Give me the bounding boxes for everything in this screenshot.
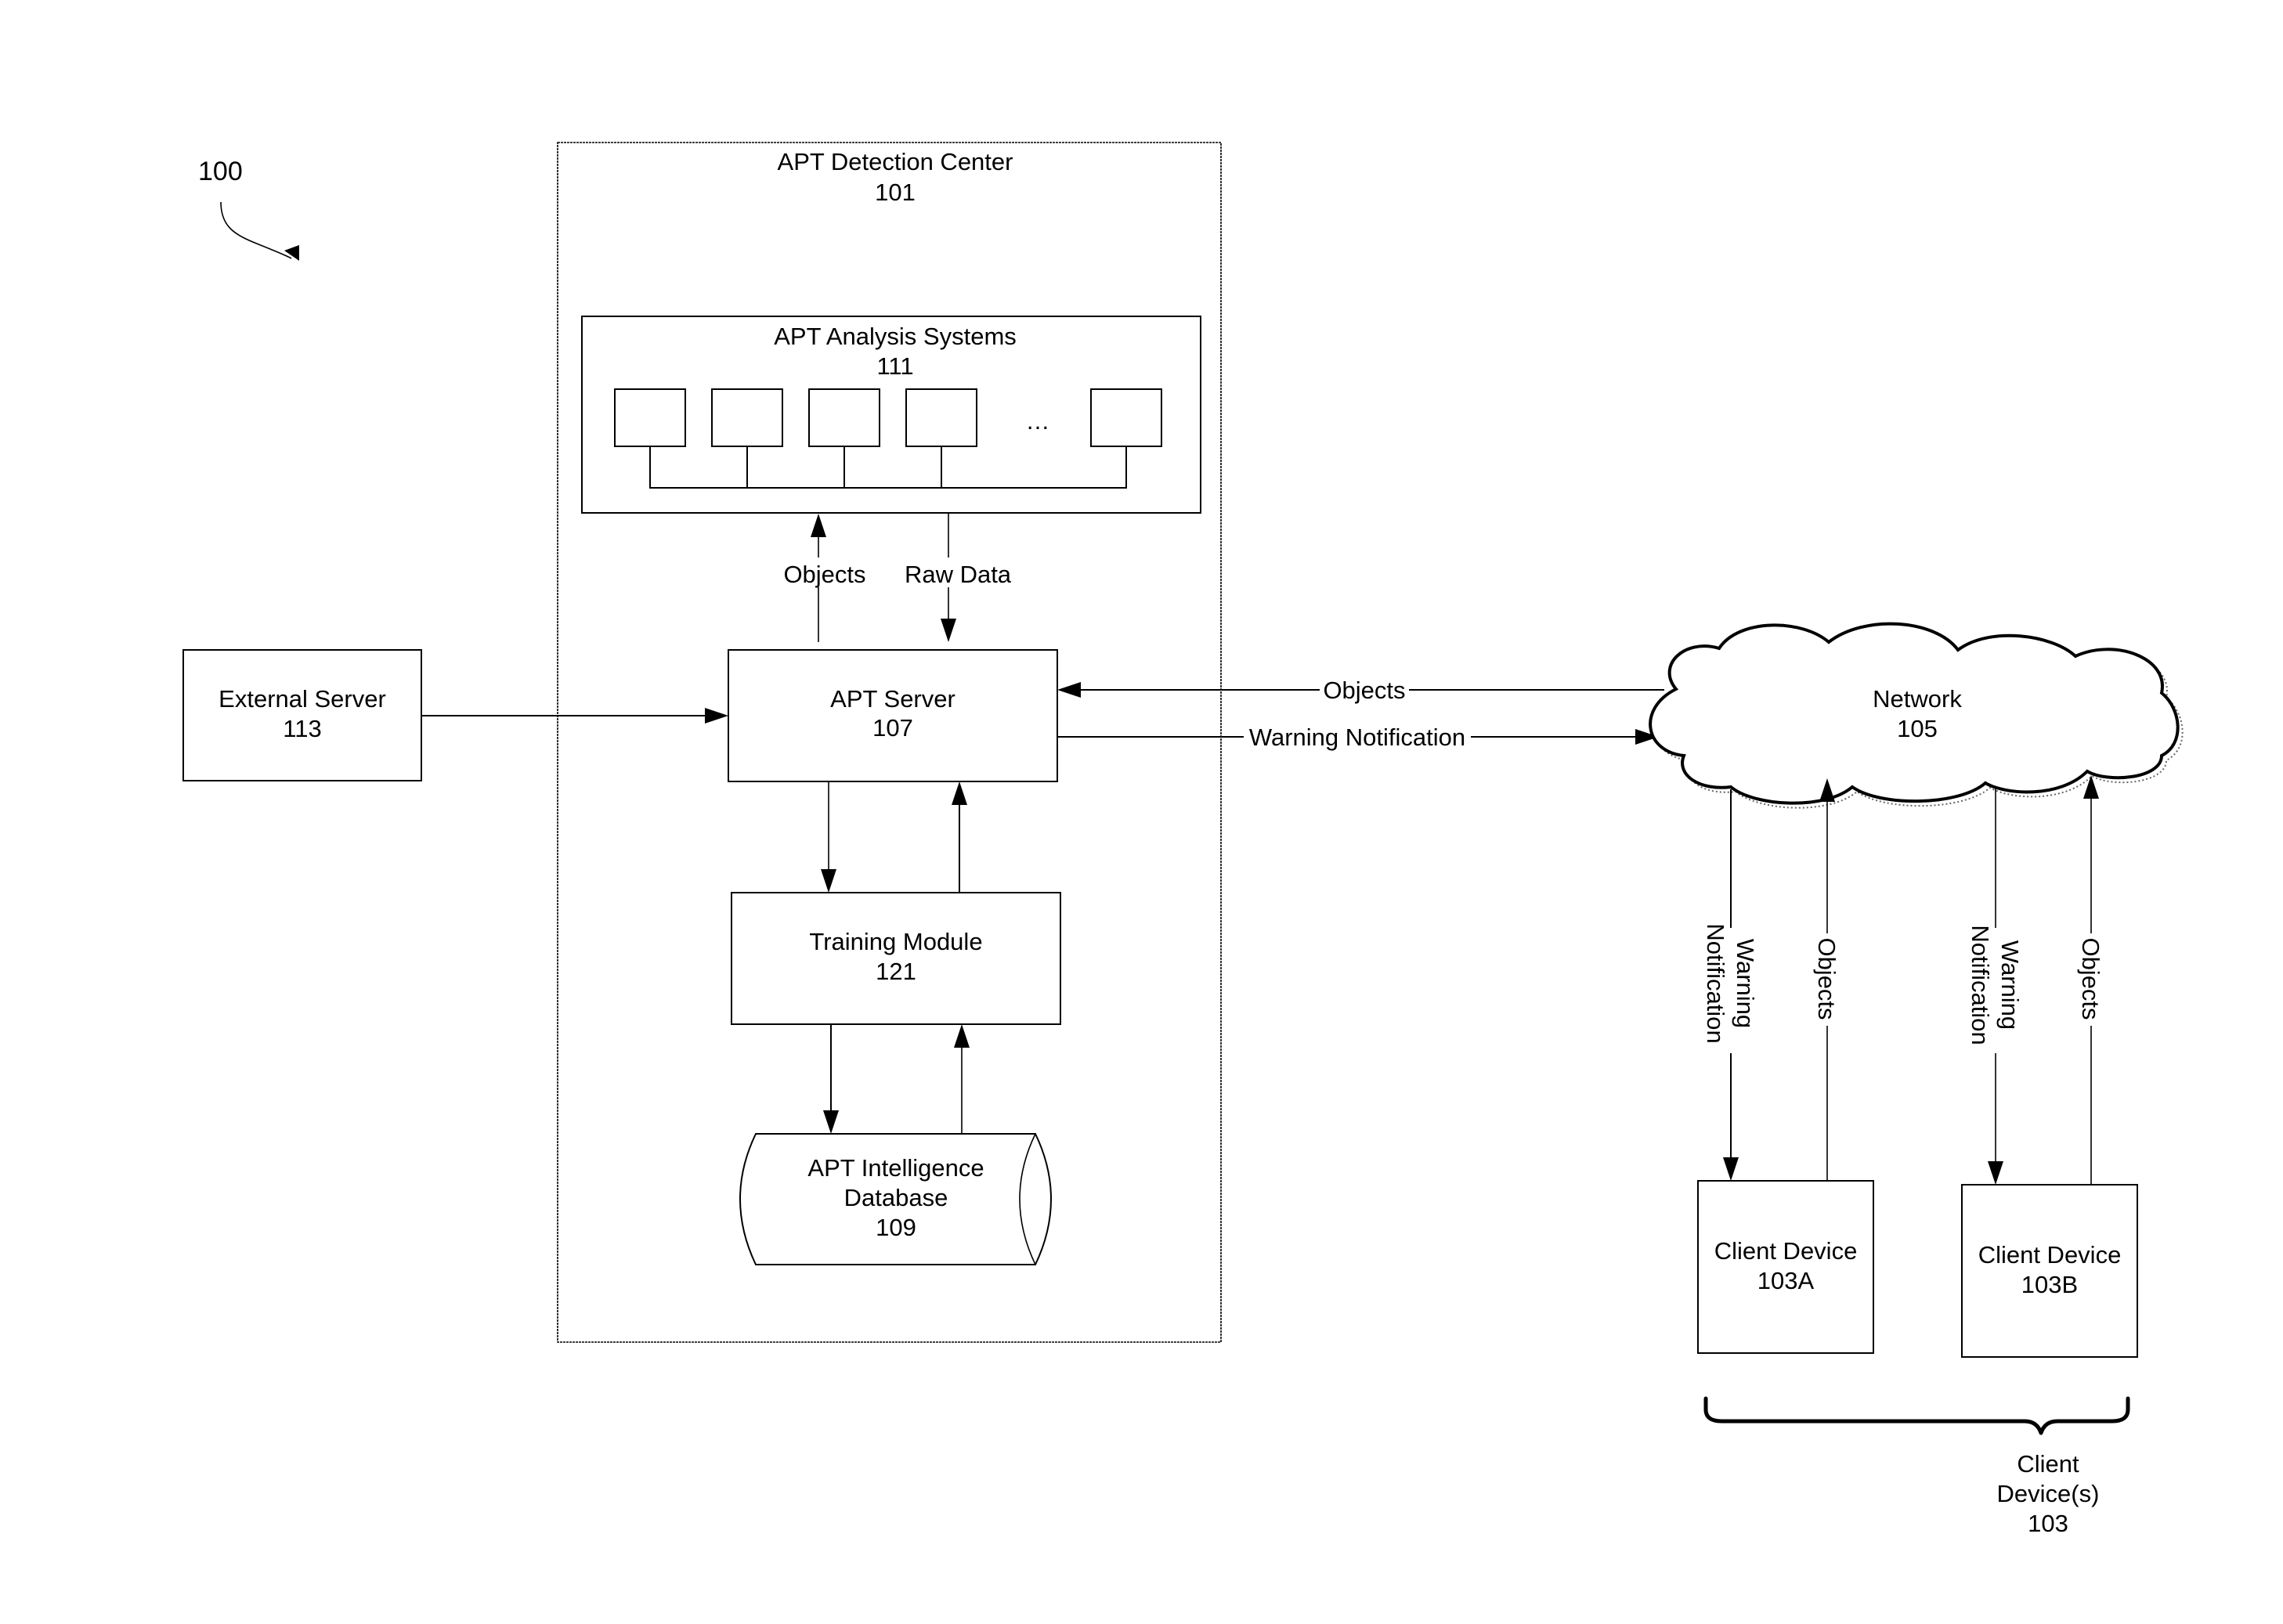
analysis-unit-3[interactable]	[808, 388, 880, 447]
analysis-units-ellipsis: …	[1026, 407, 1050, 435]
detection-center-title: APT Detection Center	[778, 148, 1013, 175]
analysis-systems-title: APT Analysis Systems	[774, 323, 1017, 350]
edge-training-to-server-arrowhead	[952, 781, 967, 805]
network-number: 105	[1897, 715, 1938, 742]
training-module[interactable]: Training Module 121	[731, 892, 1061, 1025]
client-group-line1: Client	[2017, 1450, 2079, 1478]
client-device-a[interactable]: Client Device 103A	[1697, 1180, 1874, 1354]
edge-raw-data-label: Raw Data	[905, 561, 1012, 588]
apt-server-number: 107	[872, 714, 913, 742]
figure-reference-arrowhead	[284, 245, 299, 261]
training-module-title: Training Module	[809, 928, 982, 955]
edge-network-to-client-a-arrowhead	[1723, 1157, 1739, 1181]
apt-server-title: APT Server	[830, 685, 955, 713]
edge-network-to-client-a-label-line2: Notification	[1702, 923, 1729, 1043]
edge-raw-data-arrowhead	[941, 619, 956, 642]
external-server-title: External Server	[219, 685, 386, 713]
training-module-number: 121	[876, 958, 916, 985]
apt-intelligence-database[interactable]: APT Intelligence Database 109	[739, 1133, 1052, 1265]
edge-client-b-to-network-label: Objects	[2077, 937, 2104, 1020]
analysis-unit-1[interactable]	[614, 388, 686, 447]
client-device-a-number: 103A	[1757, 1267, 1815, 1294]
figure-reference-leader	[220, 201, 292, 259]
edge-db-to-training-arrowhead	[954, 1024, 970, 1048]
client-device-b-number: 103B	[2021, 1271, 2078, 1298]
network-title: Network	[1873, 685, 1962, 713]
analysis-unit-4[interactable]	[905, 388, 977, 447]
analysis-systems-number: 111	[876, 352, 913, 380]
apt-server[interactable]: APT Server 107	[728, 649, 1058, 782]
edge-network-to-server-label: Objects	[1323, 677, 1405, 704]
client-device-a-title: Client Device	[1714, 1237, 1858, 1265]
client-device-b[interactable]: Client Device 103B	[1961, 1184, 2138, 1358]
edge-network-to-server-arrowhead	[1057, 682, 1081, 698]
network-cloud[interactable]	[1649, 622, 2180, 805]
edge-server-to-network-label: Warning Notification	[1249, 724, 1465, 751]
edge-objects-to-analysis-label: Objects	[783, 561, 865, 588]
apt-analysis-systems[interactable]: APT Analysis Systems 111 …	[581, 316, 1201, 514]
network[interactable]: Network 105	[1649, 622, 2184, 809]
system-diagram: 100 APT Detection Center 101 APT Analysi…	[0, 0, 2283, 1624]
figure-reference-label: 100	[198, 157, 243, 186]
external-server-number: 113	[283, 715, 321, 742]
edge-server-to-training-arrowhead	[821, 869, 836, 893]
client-device-b-title: Client Device	[1978, 1241, 2122, 1269]
database-number: 109	[876, 1214, 916, 1241]
edge-external-to-server-arrowhead	[705, 708, 728, 724]
external-server[interactable]: External Server 113	[182, 649, 422, 781]
analysis-unit-2[interactable]	[711, 388, 783, 447]
database-title-line2: Database	[844, 1184, 948, 1211]
client-devices-group-label: Client Device(s) 103	[1997, 1450, 2100, 1537]
client-group-line2: Device(s)	[1997, 1480, 2100, 1507]
edge-client-a-to-network-label: Objects	[1813, 937, 1840, 1020]
edge-network-to-client-b-label-line2: Notification	[1967, 925, 1994, 1045]
edge-network-to-client-b-arrowhead	[1988, 1161, 2003, 1185]
database-title-line1: APT Intelligence	[807, 1154, 984, 1182]
edge-network-to-client-b-label-line1: Warning	[1996, 940, 2024, 1030]
edge-objects-to-analysis-arrowhead	[811, 514, 826, 537]
edge-training-to-db-arrowhead	[823, 1110, 839, 1134]
detection-center-number: 101	[875, 179, 916, 206]
edge-network-to-client-a-label-line1: Warning	[1732, 939, 1759, 1028]
client-group-number: 103	[2028, 1510, 2068, 1537]
client-devices-brace	[1703, 1396, 2130, 1435]
analysis-unit-n[interactable]	[1090, 388, 1162, 447]
